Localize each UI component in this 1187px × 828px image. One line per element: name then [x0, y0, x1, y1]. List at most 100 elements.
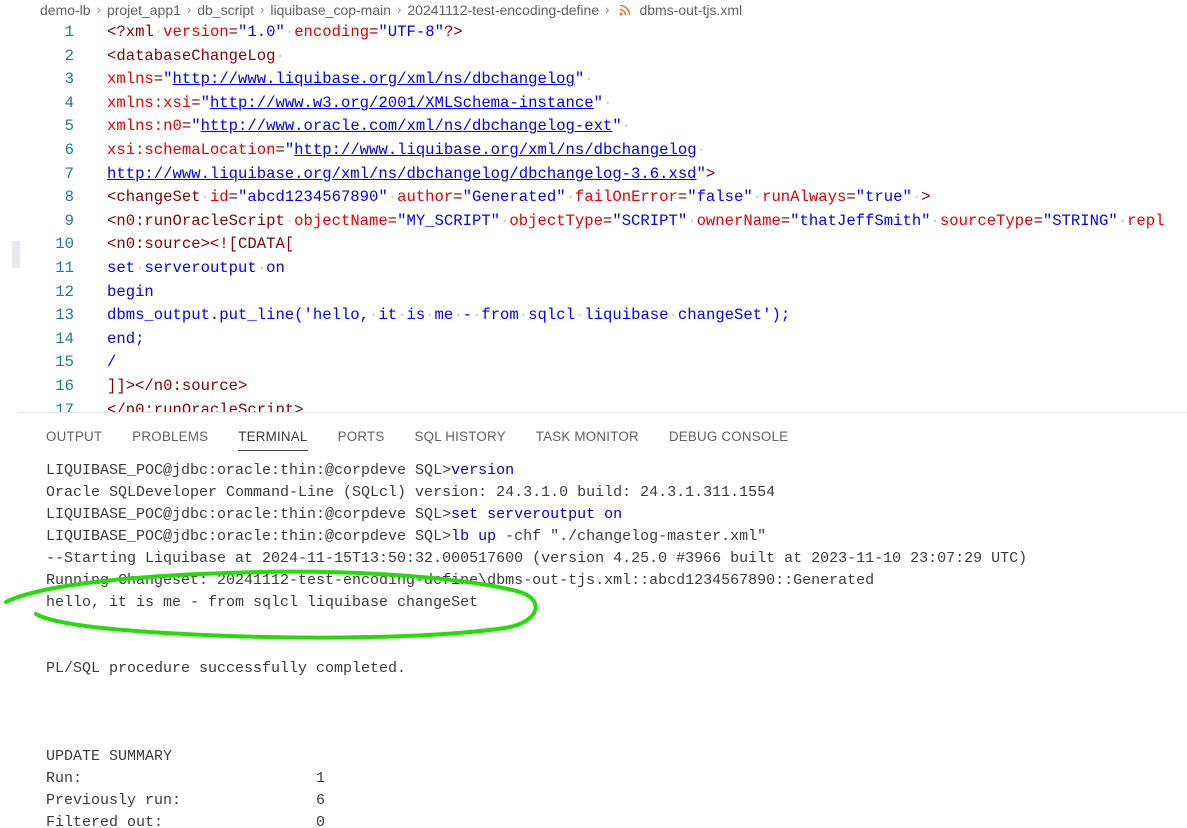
code-line[interactable]: 12 begin [0, 280, 1187, 304]
code-token: " [284, 141, 295, 159]
code-token: <changeSet [107, 188, 201, 207]
whitespace-marker: · [284, 23, 295, 41]
code-token: = [191, 93, 201, 112]
code-content: <n0:runOracleScript·objectName="MY_SCRIP… [107, 209, 1165, 233]
code-token: http://www.liquibase.org/xml/ns/dbchange… [107, 164, 697, 183]
code-token: version [163, 23, 229, 41]
line-number: 15 [55, 353, 74, 372]
code-line[interactable]: 6 xsi:schemaLocation="http://www.liquibas… [0, 138, 1187, 162]
whitespace-marker: · [584, 70, 594, 89]
code-token: "false" [687, 188, 753, 207]
whitespace-marker: · [284, 211, 295, 230]
tab-problems[interactable]: PROBLEMS [132, 427, 208, 451]
tab-output[interactable]: OUTPUT [46, 427, 102, 451]
code-line[interactable]: 5 xmlns:n0="http://www.oracle.com/xml/ns/… [0, 114, 1187, 138]
code-token: failOnError [574, 188, 678, 207]
code-token: - [462, 306, 472, 325]
code-line[interactable]: 7 http://www.liquibase.org/xml/ns/dbchang… [0, 162, 1187, 186]
code-token: = [275, 141, 285, 159]
code-token: "1.0" [238, 23, 285, 41]
line-number: 11 [55, 259, 74, 277]
bottom-panel: OUTPUT PROBLEMS TERMINAL PORTS SQL HISTO… [20, 412, 1187, 828]
code-content: / [107, 350, 116, 374]
code-token: = [228, 23, 239, 41]
line-number: 9 [64, 211, 74, 230]
code-token: "MY_SCRIPT" [397, 211, 501, 230]
terminal-command: lb up [451, 528, 497, 545]
line-number: 14 [55, 329, 74, 348]
code-line[interactable]: 15 / [0, 350, 1187, 374]
code-line[interactable]: 3 xmlns="http://www.liquibase.org/xml/ns/… [0, 67, 1187, 91]
code-token: / [107, 353, 117, 372]
terminal-line-highlighted: hello, it is me - from sqlcl liquibase c… [46, 594, 479, 611]
chevron-right-icon: › [260, 2, 265, 17]
line-number: 12 [55, 282, 74, 301]
whitespace-marker: · [453, 306, 463, 325]
whitespace-marker: · [930, 211, 940, 230]
code-line[interactable]: 17 </n0:runOracleScript> [0, 398, 1187, 412]
code-token: "Generated" [462, 188, 566, 207]
code-line[interactable]: 1 <?xml·version="1.0"·encoding="UTF-8"?> [0, 20, 1187, 44]
line-number: 1 [64, 23, 74, 41]
code-line[interactable]: 16]]></n0:source> [0, 374, 1187, 398]
whitespace-marker: · [387, 188, 398, 207]
breadcrumb-item-liquibase-cop-main[interactable]: liquibase_cop-main [270, 2, 391, 18]
code-token: = [1033, 211, 1043, 230]
breadcrumb-item-folder[interactable]: 20241112-test-encoding-define [407, 2, 599, 18]
code-content: begin [107, 280, 154, 304]
code-token: begin [107, 282, 154, 301]
code-token: </n0:runOracleScript> [107, 400, 304, 412]
terminal-line: LIQUIBASE_POC@jdbc:oracle:thin:@corpdeve… [46, 526, 766, 548]
terminal-output[interactable]: LIQUIBASE_POC@jdbc:oracle:thin:@corpdeve… [46, 460, 1176, 828]
code-line[interactable]: 14 end; [0, 327, 1187, 351]
code-line[interactable]: 4 xmlns:xsi="http://www.w3.org/2001/XMLSc… [0, 91, 1187, 115]
code-token: = [602, 211, 613, 230]
whitespace-marker: · [565, 188, 575, 207]
whitespace-marker: · [518, 306, 529, 325]
tab-terminal[interactable]: TERMINAL [238, 427, 308, 451]
breadcrumb-item-demo-lb[interactable]: demo-lb [40, 2, 91, 18]
whitespace-marker: · [256, 259, 267, 277]
terminal-line: LIQUIBASE_POC@jdbc:oracle:thin:@corpdeve… [46, 504, 622, 526]
code-content: <changeSet·id="abcd1234567890"·author="G… [107, 185, 931, 209]
code-token: "UTF-8" [378, 23, 444, 41]
line-number: 7 [64, 164, 74, 183]
code-line[interactable]: 2 <databaseChangeLog· [0, 44, 1187, 68]
code-token: " [200, 93, 210, 112]
code-editor[interactable]: 1 <?xml·version="1.0"·encoding="UTF-8"?> 2… [0, 19, 1187, 412]
whitespace-marker: · [602, 93, 613, 112]
code-line[interactable]: 8 <changeSet·id="abcd1234567890"·author="… [0, 185, 1187, 209]
code-token: it [378, 306, 398, 325]
tab-ports[interactable]: PORTS [338, 427, 385, 451]
code-token: ownerName [696, 211, 781, 230]
code-content: set·serveroutput·on [107, 256, 285, 280]
code-token: http://www.oracle.com/xml/ns/dbchangelog… [200, 117, 613, 136]
code-token: me [434, 306, 454, 325]
breadcrumb: demo-lb › projet_app1 › db_script › liqu… [0, 0, 1187, 19]
line-number: 5 [64, 117, 74, 136]
code-content: xmlns="http://www.liquibase.org/xml/ns/d… [107, 67, 594, 91]
code-token: <databaseChangeLog [107, 46, 276, 65]
code-content: <databaseChangeLog· [107, 44, 285, 68]
breadcrumb-item-db-script[interactable]: db_script [197, 2, 254, 18]
code-line[interactable]: 9 <n0:runOracleScript·objectName="MY_SCRI… [0, 209, 1187, 233]
terminal-line: LIQUIBASE_POC@jdbc:oracle:thin:@corpdeve… [46, 460, 514, 482]
code-content: xmlns:n0="http://www.oracle.com/xml/ns/d… [107, 114, 631, 138]
code-token: ]]></n0:source> [107, 377, 248, 395]
code-line[interactable]: 13 dbms_output.put_line('hello,·it·is·me·… [0, 303, 1187, 327]
chevron-right-icon: › [605, 2, 610, 17]
tab-task-monitor[interactable]: TASK MONITOR [536, 427, 639, 451]
whitespace-marker: · [574, 306, 585, 325]
code-token: = [453, 188, 463, 207]
breadcrumb-item-projet-app1[interactable]: projet_app1 [107, 2, 181, 18]
line-number: 17 [55, 400, 74, 412]
tab-sql-history[interactable]: SQL HISTORY [414, 427, 505, 451]
code-content: ]]></n0:source> [107, 374, 247, 398]
breadcrumb-item-file[interactable]: dbms-out-tjs.xml [639, 2, 742, 18]
code-line[interactable]: 11 set·serveroutput·on [0, 256, 1187, 280]
code-token: "true" [855, 188, 912, 207]
code-token: "SCRIPT" [612, 211, 688, 230]
code-line[interactable]: 10 <n0:source><![CDATA[ [0, 232, 1187, 256]
tab-debug-console[interactable]: DEBUG CONSOLE [669, 427, 788, 451]
summary-label: Run: [46, 770, 83, 787]
